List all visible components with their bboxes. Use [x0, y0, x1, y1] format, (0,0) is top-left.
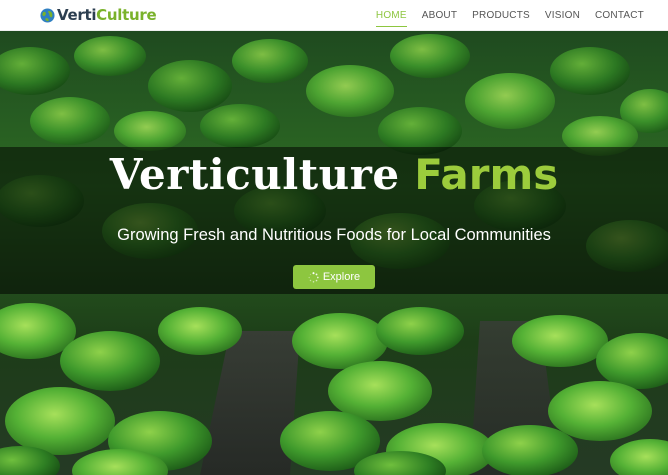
spinner-icon: [308, 271, 319, 283]
brand-name-part2: Culture: [96, 6, 157, 24]
brand-name-part1: Verti: [57, 6, 97, 24]
explore-button-label: Explore: [322, 271, 361, 283]
hero-subtitle: Growing Fresh and Nutritious Foods for L…: [117, 226, 551, 244]
explore-button[interactable]: Explore: [293, 265, 375, 289]
nav-link-products[interactable]: PRODUCTS: [472, 8, 530, 23]
nav-link-home[interactable]: HOME: [375, 8, 407, 27]
navbar: VertiCulture HOME ABOUT PRODUCTS VISION …: [0, 0, 668, 31]
brand-name: VertiCulture: [57, 6, 157, 24]
nav-link-contact[interactable]: CONTACT: [595, 8, 644, 23]
brand-logo[interactable]: VertiCulture: [40, 6, 157, 24]
globe-logo-icon: [40, 7, 55, 23]
hero-title-part1: Verticulture: [109, 150, 400, 199]
nav-link-about[interactable]: ABOUT: [422, 8, 457, 23]
nav-link-vision[interactable]: VISION: [545, 8, 580, 23]
nav-menu: HOME ABOUT PRODUCTS VISION CONTACT: [375, 0, 644, 31]
hero-section: Verticulture Farms Growing Fresh and Nut…: [0, 31, 668, 475]
hero-title-part2: Farms: [414, 150, 559, 199]
hero-title: Verticulture Farms: [0, 153, 668, 197]
